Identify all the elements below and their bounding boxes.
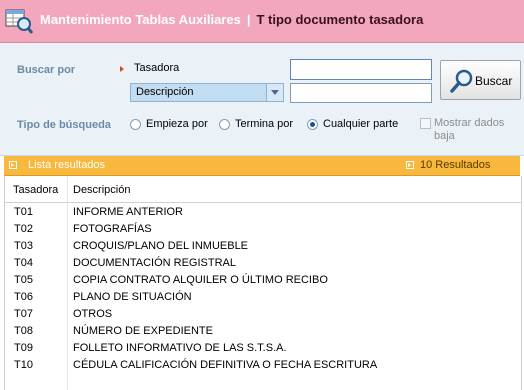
title-bar: Mantenimiento Tablas Auxiliares | T tipo d… bbox=[0, 0, 524, 43]
results-grid: Tasadora Descripción T01 INFORME ANTERIO… bbox=[4, 176, 522, 390]
show-deleted-label: Mostrar dados baja bbox=[434, 117, 505, 142]
cell-code: T10 bbox=[14, 359, 33, 371]
tasadora-input[interactable] bbox=[290, 59, 432, 80]
radio-ends-with[interactable] bbox=[219, 119, 230, 130]
cell-description: INFORME ANTERIOR bbox=[73, 206, 184, 218]
title-separator: | bbox=[246, 12, 251, 27]
radio-ends-with-label: Termina por bbox=[235, 118, 294, 130]
cell-description: PLANO DE SITUACIÓN bbox=[73, 291, 192, 303]
radio-starts-with-label: Empieza por bbox=[146, 118, 208, 130]
cell-code: T03 bbox=[14, 240, 33, 252]
arrow-icon bbox=[406, 161, 414, 169]
grid-header: Tasadora Descripción bbox=[5, 176, 521, 203]
app-title: Mantenimiento Tablas Auxiliares bbox=[40, 12, 241, 27]
table-row[interactable]: T10 CÉDULA CALIFICACIÓN DEFINITIVA O FEC… bbox=[5, 357, 521, 374]
cell-description: OTROS bbox=[73, 308, 113, 320]
cell-code: T04 bbox=[14, 257, 33, 269]
cell-description: COPIA CONTRATO ALQUILER O ÚLTIMO RECIBO bbox=[73, 274, 328, 286]
magnifier-icon bbox=[450, 69, 473, 93]
search-button-label: Buscar bbox=[475, 74, 513, 88]
show-deleted-checkbox[interactable] bbox=[420, 118, 431, 129]
cell-code: T01 bbox=[14, 206, 33, 218]
search-section-label: Buscar por bbox=[17, 64, 76, 76]
table-row[interactable]: T01 INFORME ANTERIOR bbox=[5, 204, 521, 221]
cell-description: NÚMERO DE EXPEDIENTE bbox=[73, 325, 213, 337]
cell-description: CROQUIS/PLANO DEL INMUEBLE bbox=[73, 240, 249, 252]
results-count: 10 Resultados bbox=[420, 159, 491, 171]
radio-anywhere-label: Cualquier parte bbox=[323, 118, 399, 130]
radio-starts-with[interactable] bbox=[130, 119, 141, 130]
table-row[interactable]: T04 DOCUMENTACIÓN REGISTRAL bbox=[5, 255, 521, 272]
cell-description: FOLLETO INFORMATIVO DE LAS S.T.S.A. bbox=[73, 342, 287, 354]
collapse-arrow-icon[interactable] bbox=[9, 161, 17, 169]
cell-code: T05 bbox=[14, 274, 33, 286]
description-input[interactable] bbox=[290, 83, 432, 103]
column-header-tasadora[interactable]: Tasadora bbox=[13, 184, 58, 196]
window-title: Mantenimiento Tablas Auxiliares | T tipo d… bbox=[40, 12, 423, 27]
column-header-descripcion[interactable]: Descripción bbox=[73, 184, 130, 196]
table-title: T tipo documento tasadora bbox=[256, 12, 424, 27]
cell-description: FOTOGRAFÍAS bbox=[73, 223, 152, 235]
table-magnifier-icon bbox=[5, 9, 34, 34]
search-field-select[interactable]: Descripción bbox=[130, 83, 284, 102]
search-type-label: Tipo de búsqueda bbox=[17, 119, 111, 131]
table-row[interactable]: T05 COPIA CONTRATO ALQUILER O ÚLTIMO REC… bbox=[5, 272, 521, 289]
results-title: Lista resultados bbox=[28, 159, 106, 171]
table-row[interactable]: T09 FOLLETO INFORMATIVO DE LAS S.T.S.A. bbox=[5, 340, 521, 357]
cell-code: T06 bbox=[14, 291, 33, 303]
chevron-down-icon[interactable] bbox=[266, 84, 283, 101]
tasadora-label: Tasadora bbox=[134, 62, 180, 74]
table-row[interactable]: T02 FOTOGRAFÍAS bbox=[5, 221, 521, 238]
cell-code: T09 bbox=[14, 342, 33, 354]
table-row[interactable]: T06 PLANO DE SITUACIÓN bbox=[5, 289, 521, 306]
cell-code: T02 bbox=[14, 223, 33, 235]
cell-code: T07 bbox=[14, 308, 33, 320]
cell-description: CÉDULA CALIFICACIÓN DEFINITIVA O FECHA E… bbox=[73, 359, 378, 371]
results-header-bar: Lista resultados 10 Resultados bbox=[4, 156, 520, 176]
cell-description: DOCUMENTACIÓN REGISTRAL bbox=[73, 257, 236, 269]
search-button[interactable]: Buscar bbox=[440, 60, 521, 100]
table-row[interactable]: T08 NÚMERO DE EXPEDIENTE bbox=[5, 323, 521, 340]
search-field-selected: Descripción bbox=[136, 86, 194, 98]
cell-code: T08 bbox=[14, 325, 33, 337]
table-row[interactable]: T07 OTROS bbox=[5, 306, 521, 323]
field-marker-icon bbox=[120, 66, 124, 72]
radio-anywhere[interactable] bbox=[307, 119, 318, 130]
table-row[interactable]: T03 CROQUIS/PLANO DEL INMUEBLE bbox=[5, 238, 521, 255]
